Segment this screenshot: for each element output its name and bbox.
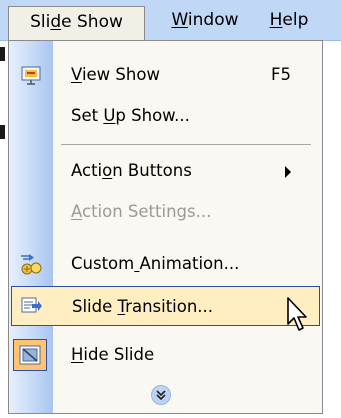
menu-separator xyxy=(61,144,311,145)
slide-show-dropdown: View Show F5 Set Up Show... Action Butto… xyxy=(8,40,323,414)
shortcut-label: F5 xyxy=(271,65,291,84)
menu-item-label: Hide Slide xyxy=(71,345,155,364)
double-chevron-down-icon xyxy=(156,390,166,401)
menu-item-action-settings: Action Settings... xyxy=(9,192,322,232)
menu-item-label: Action Buttons xyxy=(71,161,192,180)
menu-item-hide-slide[interactable]: Hide Slide xyxy=(9,335,322,375)
menu-item-label: View Show xyxy=(71,65,160,84)
menu-item-slide-transition[interactable]: Slide Transition... xyxy=(11,286,320,326)
expand-menu-button[interactable] xyxy=(151,385,171,405)
menu-item-view-show[interactable]: View Show F5 xyxy=(9,55,322,95)
menu-item-label: Set Up Show... xyxy=(71,106,190,125)
menu-help[interactable]: Help xyxy=(264,0,314,40)
background-window-edge xyxy=(0,41,8,418)
menu-window[interactable]: Window xyxy=(165,0,245,40)
view-show-icon xyxy=(21,66,41,85)
menu-item-label: Custom Animation... xyxy=(71,254,240,273)
menu-slide-show[interactable]: Slide Show xyxy=(8,6,145,40)
menu-item-label: Action Settings... xyxy=(71,202,212,221)
menu-bar: Slide Show Window Help xyxy=(0,0,341,41)
background-mark xyxy=(0,125,5,139)
mouse-cursor-icon xyxy=(287,297,307,331)
custom-animation-icon xyxy=(21,254,42,275)
hide-slide-icon xyxy=(19,345,41,365)
submenu-arrow-icon xyxy=(285,166,291,178)
menu-item-custom-animation[interactable]: Custom Animation... xyxy=(9,244,322,284)
menu-item-label: Slide Transition... xyxy=(72,297,214,316)
menu-item-action-buttons[interactable]: Action Buttons xyxy=(9,151,322,191)
slide-transition-icon xyxy=(21,297,42,313)
menu-item-set-up-show[interactable]: Set Up Show... xyxy=(9,96,322,136)
background-mark xyxy=(0,47,5,61)
